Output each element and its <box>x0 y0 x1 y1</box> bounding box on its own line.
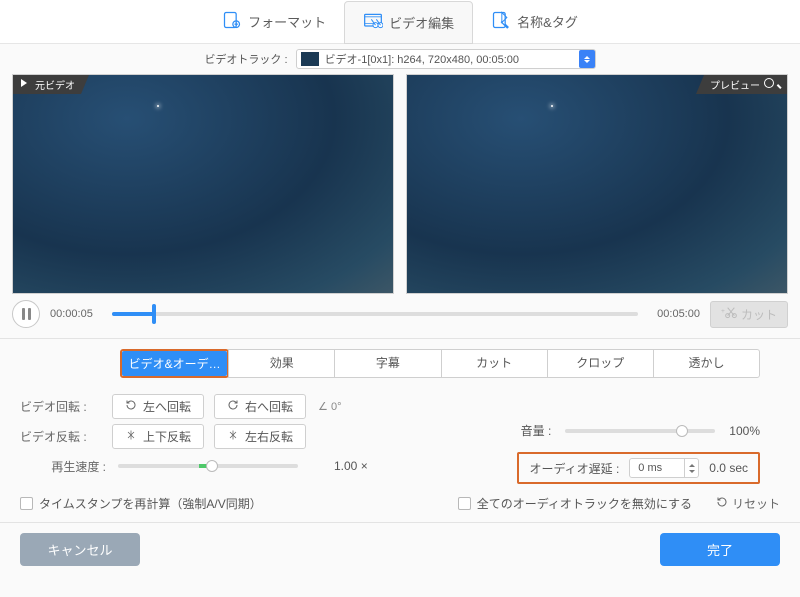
volume-group: 音量 : 100% <box>521 422 760 439</box>
subtab-watermark[interactable]: 透かし <box>653 349 760 378</box>
tab-format-label: フォーマット <box>248 12 326 31</box>
audio-delay-highlight: オーディオ遅延 : 0 ms 0.0 sec <box>517 452 760 484</box>
source-video-pane: 元ビデオ <box>12 74 394 294</box>
preview-pane-label: プレビュー <box>696 75 787 94</box>
magnify-icon <box>764 78 779 91</box>
audio-delay-label: オーディオ遅延 : <box>529 460 619 477</box>
spinner-arrows-icon <box>684 459 698 477</box>
stepper-arrows-icon <box>579 50 595 68</box>
video-track-select[interactable]: ビデオ-1[0x1]: h264, 720x480, 00:05:00 <box>296 49 596 69</box>
video-track-value: ビデオ-1[0x1]: h264, 720x480, 00:05:00 <box>325 51 519 67</box>
video-track-row: ビデオトラック : ビデオ-1[0x1]: h264, 720x480, 00:… <box>0 44 800 74</box>
tab-video-edit[interactable]: ビデオ編集 <box>344 1 473 44</box>
rotate-label: ビデオ回転 : <box>20 398 112 415</box>
volume-value: 100% <box>729 424 760 438</box>
cut-button[interactable]: + カット <box>710 301 788 328</box>
tab-name-tags-label: 名称&タグ <box>517 12 578 31</box>
footer: キャンセル 完了 <box>0 522 800 578</box>
video-track-label: ビデオトラック : <box>204 51 287 67</box>
checkbox-icon <box>458 497 471 510</box>
video-edit-icon <box>363 11 383 34</box>
tab-video-edit-label: ビデオ編集 <box>389 13 454 32</box>
seek-handle[interactable] <box>152 304 156 324</box>
cut-button-label: カット <box>741 306 777 323</box>
subtab-effect[interactable]: 効果 <box>228 349 335 378</box>
rotate-left-button[interactable]: 左へ回転 <box>112 394 204 419</box>
preview-video-pane: プレビュー <box>406 74 788 294</box>
rotate-right-icon <box>227 399 239 414</box>
subtab-bar: ビデオ&オーデ… 効果 字幕 カット クロップ 透かし <box>120 349 760 378</box>
flip-label: ビデオ反転 : <box>20 428 112 445</box>
play-icon <box>21 79 31 90</box>
audio-delay-group: オーディオ遅延 : 0 ms 0.0 sec <box>517 452 760 484</box>
rotate-angle-value: ∠ 0° <box>318 400 341 413</box>
audio-delay-input[interactable]: 0 ms <box>629 458 699 478</box>
video-track-thumb <box>301 52 319 66</box>
controls-panel: ビデオ回転 : 左へ回転 右へ回転 ∠ 0° ビデオ反転 : 上下反転 左右反転… <box>0 386 800 490</box>
disable-audio-checkbox[interactable]: 全てのオーディオトラックを無効にする <box>458 495 692 512</box>
speed-label: 再生速度 : <box>20 458 112 475</box>
flip-vertical-button[interactable]: 上下反転 <box>112 424 204 449</box>
recalc-timestamp-checkbox[interactable]: タイムスタンプを再計算（強制A/V同期） <box>20 495 262 512</box>
reset-icon <box>716 496 728 511</box>
pause-button[interactable] <box>12 300 40 328</box>
speed-slider[interactable] <box>118 464 298 468</box>
top-tab-bar: フォーマット ビデオ編集 名称&タグ <box>0 0 800 44</box>
preview-row: 元ビデオ プレビュー <box>0 74 800 294</box>
subtab-cut[interactable]: カット <box>441 349 548 378</box>
audio-delay-sec: 0.0 sec <box>709 461 748 475</box>
speed-row: 再生速度 : 1.00 × オーディオ遅延 : 0 ms 0.0 sec <box>20 452 780 480</box>
timeline-row: 00:00:05 00:05:00 + カット <box>0 294 800 338</box>
source-pane-label: 元ビデオ <box>13 75 89 94</box>
format-icon <box>222 10 242 33</box>
subtab-subtitle[interactable]: 字幕 <box>334 349 441 378</box>
rotate-right-button[interactable]: 右へ回転 <box>214 394 306 419</box>
scissors-plus-icon: + <box>721 306 737 323</box>
done-button[interactable]: 完了 <box>660 533 780 566</box>
flip-horizontal-icon <box>227 429 239 444</box>
subtab-crop[interactable]: クロップ <box>547 349 654 378</box>
reset-button[interactable]: リセット <box>716 495 780 512</box>
time-current: 00:00:05 <box>50 308 102 320</box>
volume-knob[interactable] <box>676 425 688 437</box>
checkbox-icon <box>20 497 33 510</box>
cancel-button[interactable]: キャンセル <box>20 533 140 566</box>
rotate-left-icon <box>125 399 137 414</box>
checks-row: タイムスタンプを再計算（強制A/V同期） 全てのオーディオトラックを無効にする … <box>0 490 800 516</box>
volume-slider[interactable] <box>565 429 715 433</box>
speed-value: 1.00 × <box>334 459 368 473</box>
rotate-row: ビデオ回転 : 左へ回転 右へ回転 ∠ 0° <box>20 392 780 420</box>
seek-slider[interactable] <box>112 312 638 316</box>
svg-text:+: + <box>721 308 725 315</box>
pause-icon <box>22 308 31 320</box>
flip-row: ビデオ反転 : 上下反転 左右反転 音量 : 100% <box>20 422 780 450</box>
tags-icon <box>491 10 511 33</box>
tab-name-tags[interactable]: 名称&タグ <box>473 0 596 43</box>
volume-label: 音量 : <box>521 422 552 439</box>
speed-knob[interactable] <box>206 460 218 472</box>
time-total: 00:05:00 <box>648 308 700 320</box>
flip-horizontal-button[interactable]: 左右反転 <box>214 424 306 449</box>
tab-format[interactable]: フォーマット <box>204 0 344 43</box>
flip-vertical-icon <box>125 429 137 444</box>
subtab-video-audio[interactable]: ビデオ&オーデ… <box>122 351 227 376</box>
